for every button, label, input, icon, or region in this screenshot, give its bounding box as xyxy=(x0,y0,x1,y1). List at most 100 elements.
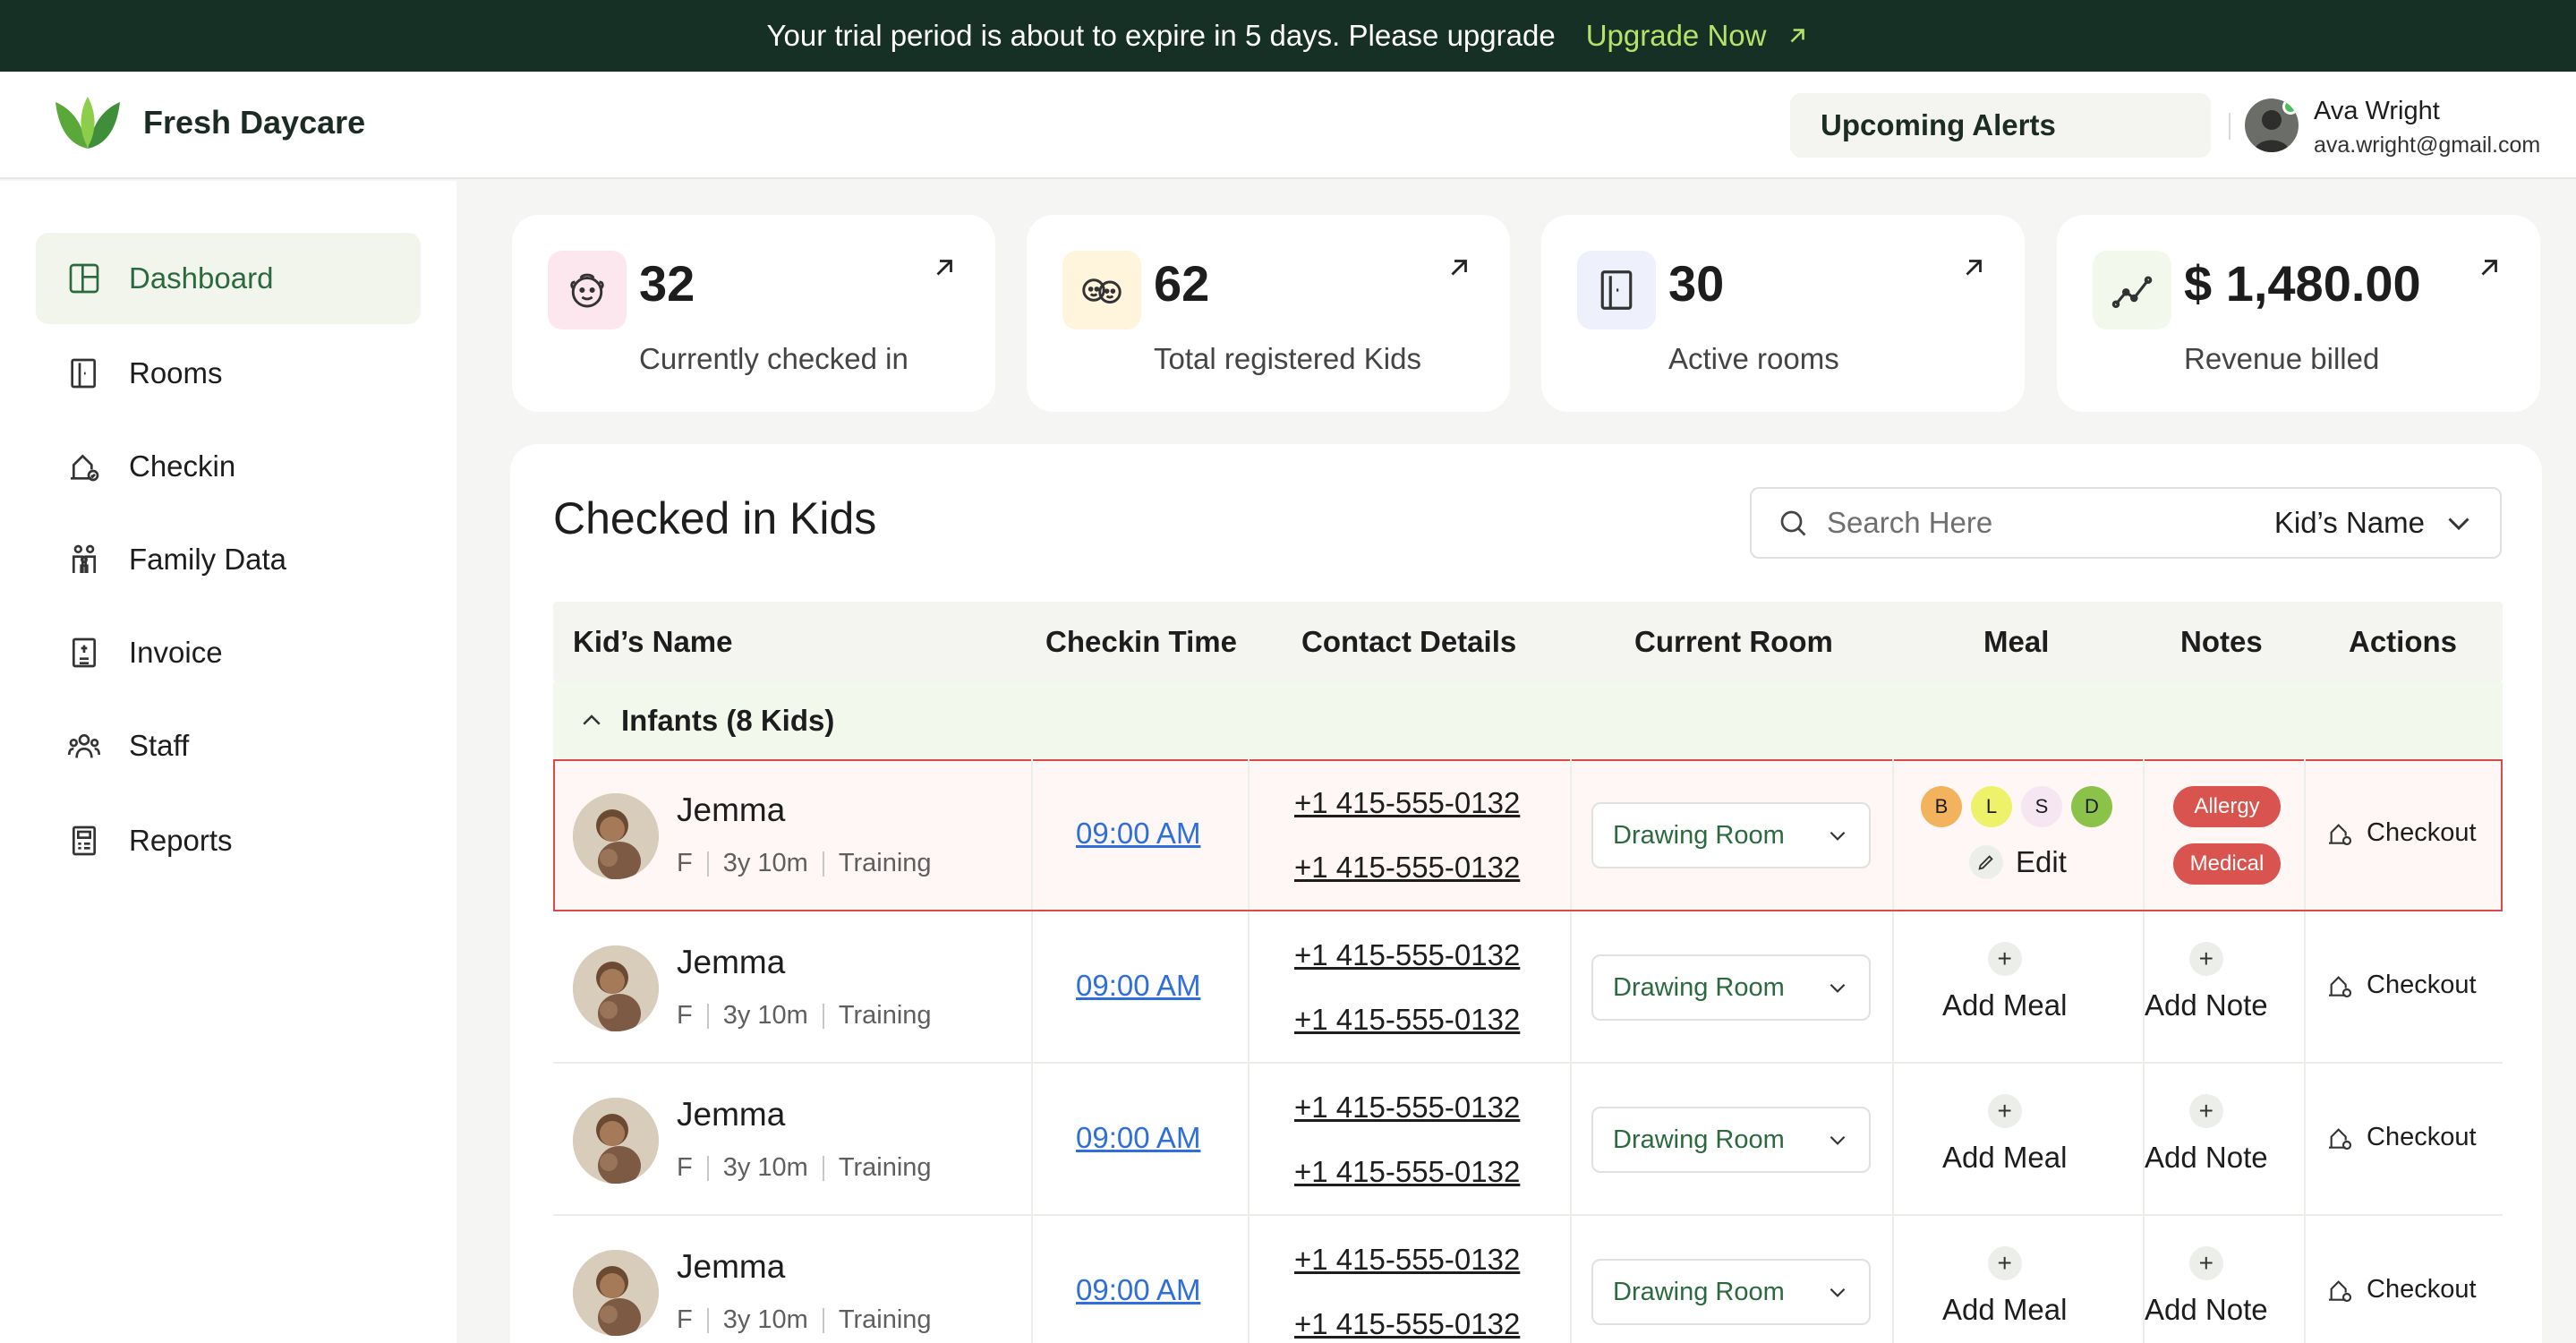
search-box: Kid’s Name xyxy=(1750,487,2502,559)
column-divider xyxy=(1031,759,1033,910)
add-meal-button[interactable]: + Add Meal xyxy=(1942,1094,2067,1175)
plus-icon: + xyxy=(2188,1094,2223,1128)
sidebar-item-family-data[interactable]: Family Data xyxy=(36,514,421,605)
kid-program: Training xyxy=(838,1153,932,1182)
meta-divider xyxy=(822,851,824,877)
sidebar-item-rooms[interactable]: Rooms xyxy=(36,328,421,419)
add-meal-button[interactable]: + Add Meal xyxy=(1942,1246,2067,1327)
checkin-time-link[interactable]: 09:00 AM xyxy=(1076,817,1200,851)
edit-meal-button[interactable]: Edit xyxy=(1969,845,2067,879)
phone-link[interactable]: +1 415-555-0132 xyxy=(1294,1307,1520,1341)
kid-age: 3y 10m xyxy=(722,1305,808,1334)
phone-link[interactable]: +1 415-555-0132 xyxy=(1294,1003,1520,1037)
room-select[interactable]: Drawing Room xyxy=(1591,802,1871,868)
header-divider xyxy=(2229,113,2231,140)
upcoming-alerts-button[interactable]: Upcoming Alerts xyxy=(1790,93,2211,158)
column-header-meal[interactable]: Meal xyxy=(1983,602,2049,682)
stat-card-registered-kids[interactable]: 62 Total registered Kids xyxy=(1027,215,1510,412)
add-meal-label: Add Meal xyxy=(1942,988,2068,1022)
sidebar-item-dashboard[interactable]: Dashboard xyxy=(36,233,421,324)
phone-link[interactable]: +1 415-555-0132 xyxy=(1294,1243,1520,1277)
kid-age: 3y 10m xyxy=(722,1153,808,1182)
kids-faces-icon xyxy=(1082,278,1122,304)
table-row[interactable]: Jemma F 3y 10m Training 09:00 AM +1 415-… xyxy=(553,1064,2503,1216)
table-row[interactable]: Jemma F 3y 10m Training 09:00 AM +1 415-… xyxy=(553,1216,2503,1343)
stat-icon-box xyxy=(2093,251,2171,329)
user-avatar[interactable] xyxy=(2245,98,2299,152)
kid-program: Training xyxy=(838,849,932,877)
meta-divider xyxy=(706,851,709,877)
brand[interactable]: Fresh Daycare xyxy=(52,93,365,152)
add-note-button[interactable]: + Add Note xyxy=(2145,1094,2268,1175)
column-divider xyxy=(2143,759,2145,910)
kid-avatar xyxy=(573,1250,659,1336)
add-note-button[interactable]: + Add Note xyxy=(2145,942,2268,1022)
checkout-button[interactable]: Checkout xyxy=(2325,818,2477,848)
sidebar-item-staff[interactable]: Staff xyxy=(36,700,421,791)
sidebar-item-reports[interactable]: Reports xyxy=(36,795,421,886)
room-select-value: Drawing Room xyxy=(1613,1125,1785,1154)
add-note-label: Add Note xyxy=(2145,988,2268,1022)
room-select[interactable]: Drawing Room xyxy=(1591,954,1871,1021)
sidebar-item-label: Checkin xyxy=(129,449,236,483)
group-row-infants[interactable]: Infants (8 Kids) xyxy=(553,682,2503,759)
plus-icon: + xyxy=(1987,942,2022,976)
column-divider xyxy=(1031,911,1033,1062)
phone-link[interactable]: +1 415-555-0132 xyxy=(1294,851,1520,885)
stat-label: Revenue billed xyxy=(2184,342,2380,375)
column-header-notes[interactable]: Notes xyxy=(2180,602,2263,682)
add-note-button[interactable]: + Add Note xyxy=(2145,1246,2268,1327)
checkout-icon xyxy=(2329,975,2352,997)
trend-line-icon xyxy=(2111,276,2153,309)
note-badge-allergy[interactable]: Allergy xyxy=(2173,786,2281,827)
column-divider xyxy=(2304,1064,2306,1214)
phone-link[interactable]: +1 415-555-0132 xyxy=(1294,786,1520,820)
table-row[interactable]: Jemma F 3y 10m Training 09:00 AM +1 415-… xyxy=(553,759,2503,911)
search-filter-dropdown[interactable]: Kid’s Name xyxy=(2274,506,2475,540)
column-header-contact[interactable]: Contact Details xyxy=(1301,602,1516,682)
checkout-button[interactable]: Checkout xyxy=(2325,971,2477,1000)
column-divider xyxy=(1570,1064,1572,1214)
stat-card-revenue[interactable]: $ 1,480.00 Revenue billed xyxy=(2057,215,2540,412)
add-meal-button[interactable]: + Add Meal xyxy=(1942,942,2067,1022)
note-badge-medical[interactable]: Medical xyxy=(2173,843,2281,885)
checkin-time-link[interactable]: 09:00 AM xyxy=(1076,969,1200,1003)
checkin-time-link[interactable]: 09:00 AM xyxy=(1076,1273,1200,1307)
table-row[interactable]: Jemma F 3y 10m Training 09:00 AM +1 415-… xyxy=(553,911,2503,1064)
meta-divider xyxy=(822,1155,824,1181)
checkout-button[interactable]: Checkout xyxy=(2325,1275,2477,1305)
plus-icon: + xyxy=(2188,942,2223,976)
phone-link[interactable]: +1 415-555-0132 xyxy=(1294,1091,1520,1125)
phone-link[interactable]: +1 415-555-0132 xyxy=(1294,1155,1520,1189)
stat-card-active-rooms[interactable]: 30 Active rooms xyxy=(1541,215,2025,412)
kid-gender: F xyxy=(677,849,693,877)
stat-card-checked-in[interactable]: 32 Currently checked in xyxy=(512,215,995,412)
sidebar-item-invoice[interactable]: Invoice xyxy=(36,607,421,698)
room-select[interactable]: Drawing Room xyxy=(1591,1259,1871,1325)
column-header-room[interactable]: Current Room xyxy=(1634,602,1833,682)
chevron-down-icon xyxy=(1830,831,1846,841)
checkin-time-link[interactable]: 09:00 AM xyxy=(1076,1121,1200,1155)
checkin-icon xyxy=(71,454,99,482)
checkout-label: Checkout xyxy=(2367,971,2477,999)
search-input[interactable] xyxy=(1827,506,2239,540)
column-header-checkin-time[interactable]: Checkin Time xyxy=(1045,602,1237,682)
sidebar-item-checkin[interactable]: Checkin xyxy=(36,421,421,512)
column-divider xyxy=(1248,1064,1250,1214)
column-divider xyxy=(2304,911,2306,1062)
phone-link[interactable]: +1 415-555-0132 xyxy=(1294,938,1520,972)
checkout-icon xyxy=(2329,1127,2352,1150)
door-icon xyxy=(71,358,96,389)
meta-divider xyxy=(706,1307,709,1333)
kid-avatar xyxy=(573,1098,659,1184)
plus-icon: + xyxy=(2188,1246,2223,1280)
kid-program: Training xyxy=(838,1305,932,1334)
stat-label: Total registered Kids xyxy=(1154,342,1421,375)
room-select[interactable]: Drawing Room xyxy=(1591,1107,1871,1173)
column-header-kid-name[interactable]: Kid’s Name xyxy=(573,602,733,682)
kid-age: 3y 10m xyxy=(722,849,808,877)
meal-badge-snack: S xyxy=(2021,786,2062,827)
sidebar-item-label: Invoice xyxy=(129,636,223,669)
checkout-button[interactable]: Checkout xyxy=(2325,1123,2477,1152)
upgrade-now-link[interactable]: Upgrade Now xyxy=(1586,19,1810,53)
